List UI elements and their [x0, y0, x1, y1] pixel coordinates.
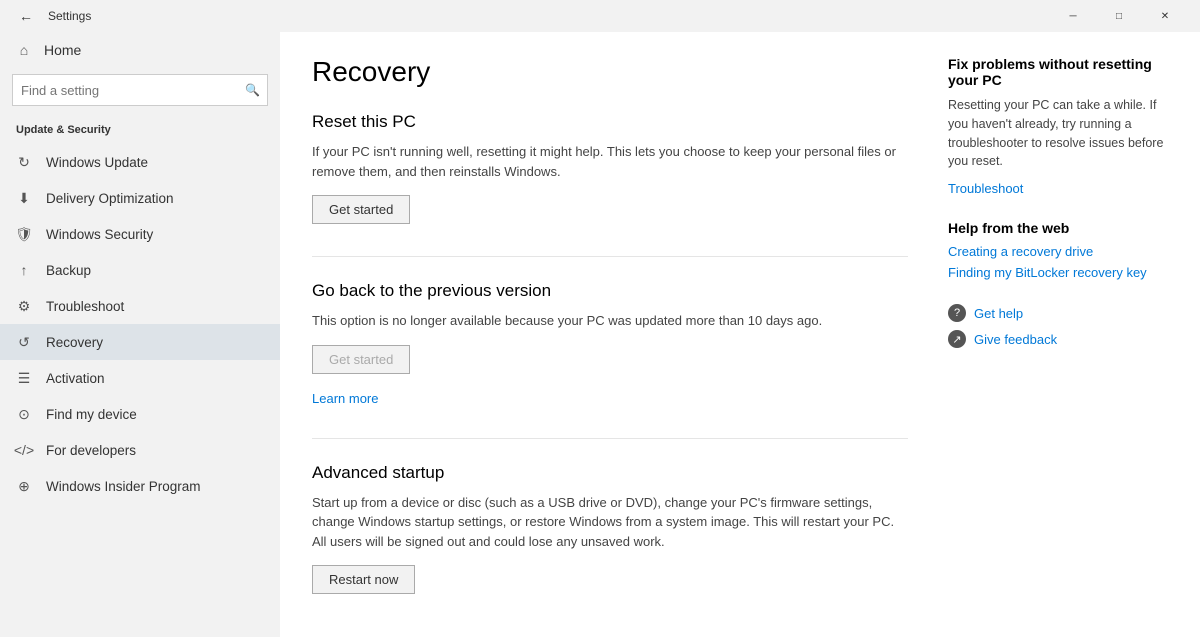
get-help-icon: ? [948, 304, 966, 322]
sidebar-item-label: Recovery [46, 335, 103, 350]
maximize-button[interactable]: □ [1096, 0, 1142, 32]
page-title: Recovery [312, 56, 908, 88]
restart-now-button[interactable]: Restart now [312, 565, 415, 594]
creating-recovery-drive-link[interactable]: Creating a recovery drive [948, 244, 1168, 259]
sidebar-item-activation[interactable]: ☰ Activation [0, 360, 280, 396]
reset-pc-section: Reset this PC If your PC isn't running w… [312, 112, 908, 224]
delivery-optimization-icon: ⬇ [16, 190, 32, 206]
back-button[interactable]: ← [12, 2, 40, 30]
sidebar-item-label: Activation [46, 371, 105, 386]
sidebar-item-label: Find my device [46, 407, 137, 422]
insider-program-icon: ⊕ [16, 478, 32, 494]
search-input[interactable] [12, 74, 268, 106]
help-links-section: ? Get help ↗ Give feedback [948, 304, 1168, 348]
home-icon: ⌂ [16, 42, 32, 58]
minimize-button[interactable]: ─ [1050, 0, 1096, 32]
sidebar-item-label: Backup [46, 263, 91, 278]
troubleshoot-icon: ⚙ [16, 298, 32, 314]
finding-bitlocker-key-link[interactable]: Finding my BitLocker recovery key [948, 265, 1168, 280]
app-body: ⌂ Home 🔍 Update & Security ↻ Windows Upd… [0, 32, 1200, 637]
fix-problems-section: Fix problems without resetting your PC R… [948, 56, 1168, 196]
minimize-icon: ─ [1069, 11, 1076, 22]
sidebar-item-label: Windows Security [46, 227, 153, 242]
sidebar-item-label: Windows Insider Program [46, 479, 201, 494]
sidebar-item-label: Windows Update [46, 155, 148, 170]
get-help-link[interactable]: Get help [974, 306, 1023, 321]
windows-security-icon: 🛡 [16, 226, 32, 242]
sidebar-item-label: Troubleshoot [46, 299, 124, 314]
recovery-icon: ↺ [16, 334, 32, 350]
sidebar-section-title: Update & Security [0, 118, 280, 144]
reset-pc-button[interactable]: Get started [312, 195, 410, 224]
maximize-icon: □ [1116, 11, 1122, 22]
sidebar-item-windows-update[interactable]: ↻ Windows Update [0, 144, 280, 180]
developers-icon: </> [16, 442, 32, 458]
give-feedback-row: ↗ Give feedback [948, 330, 1168, 348]
sidebar-item-delivery-optimization[interactable]: ⬇ Delivery Optimization [0, 180, 280, 216]
sidebar-item-label: Delivery Optimization [46, 191, 174, 206]
give-feedback-icon: ↗ [948, 330, 966, 348]
reset-pc-title: Reset this PC [312, 112, 908, 132]
go-back-section: Go back to the previous version This opt… [312, 281, 908, 406]
window-controls: ─ □ ✕ [1050, 0, 1188, 32]
titlebar: ← Settings ─ □ ✕ [0, 0, 1200, 32]
content-left: Recovery Reset this PC If your PC isn't … [312, 56, 908, 605]
divider-2 [312, 438, 908, 439]
back-icon: ← [19, 8, 33, 24]
close-button[interactable]: ✕ [1142, 0, 1188, 32]
reset-pc-description: If your PC isn't running well, resetting… [312, 142, 908, 181]
advanced-startup-title: Advanced startup [312, 463, 908, 483]
learn-more-link[interactable]: Learn more [312, 391, 378, 406]
right-panel: Fix problems without resetting your PC R… [948, 56, 1168, 605]
activation-icon: ☰ [16, 370, 32, 386]
troubleshoot-link[interactable]: Troubleshoot [948, 181, 1168, 196]
titlebar-left: ← Settings [12, 2, 91, 30]
find-device-icon: ⊙ [16, 406, 32, 422]
go-back-button: Get started [312, 345, 410, 374]
app-title: Settings [48, 9, 91, 23]
sidebar-item-for-developers[interactable]: </> For developers [0, 432, 280, 468]
sidebar-item-home[interactable]: ⌂ Home [0, 32, 280, 68]
sidebar-item-label: For developers [46, 443, 136, 458]
advanced-startup-description: Start up from a device or disc (such as … [312, 493, 908, 552]
sidebar: ⌂ Home 🔍 Update & Security ↻ Windows Upd… [0, 32, 280, 637]
go-back-title: Go back to the previous version [312, 281, 908, 301]
advanced-startup-section: Advanced startup Start up from a device … [312, 463, 908, 595]
sidebar-item-recovery[interactable]: ↺ Recovery [0, 324, 280, 360]
go-back-description: This option is no longer available becau… [312, 311, 908, 331]
sidebar-item-windows-security[interactable]: 🛡 Windows Security [0, 216, 280, 252]
divider-1 [312, 256, 908, 257]
sidebar-item-troubleshoot[interactable]: ⚙ Troubleshoot [0, 288, 280, 324]
help-from-web-section: Help from the web Creating a recovery dr… [948, 220, 1168, 280]
main-content: Recovery Reset this PC If your PC isn't … [280, 32, 1200, 637]
fix-problems-title: Fix problems without resetting your PC [948, 56, 1168, 88]
close-icon: ✕ [1161, 11, 1169, 22]
help-from-web-title: Help from the web [948, 220, 1168, 236]
give-feedback-link[interactable]: Give feedback [974, 332, 1057, 347]
search-box: 🔍 [12, 74, 268, 106]
sidebar-item-windows-insider-program[interactable]: ⊕ Windows Insider Program [0, 468, 280, 504]
windows-update-icon: ↻ [16, 154, 32, 170]
sidebar-home-label: Home [44, 42, 81, 58]
backup-icon: ↑ [16, 262, 32, 278]
search-icon: 🔍 [245, 83, 260, 97]
sidebar-item-find-my-device[interactable]: ⊙ Find my device [0, 396, 280, 432]
fix-problems-description: Resetting your PC can take a while. If y… [948, 96, 1168, 171]
sidebar-item-backup[interactable]: ↑ Backup [0, 252, 280, 288]
get-help-row: ? Get help [948, 304, 1168, 322]
